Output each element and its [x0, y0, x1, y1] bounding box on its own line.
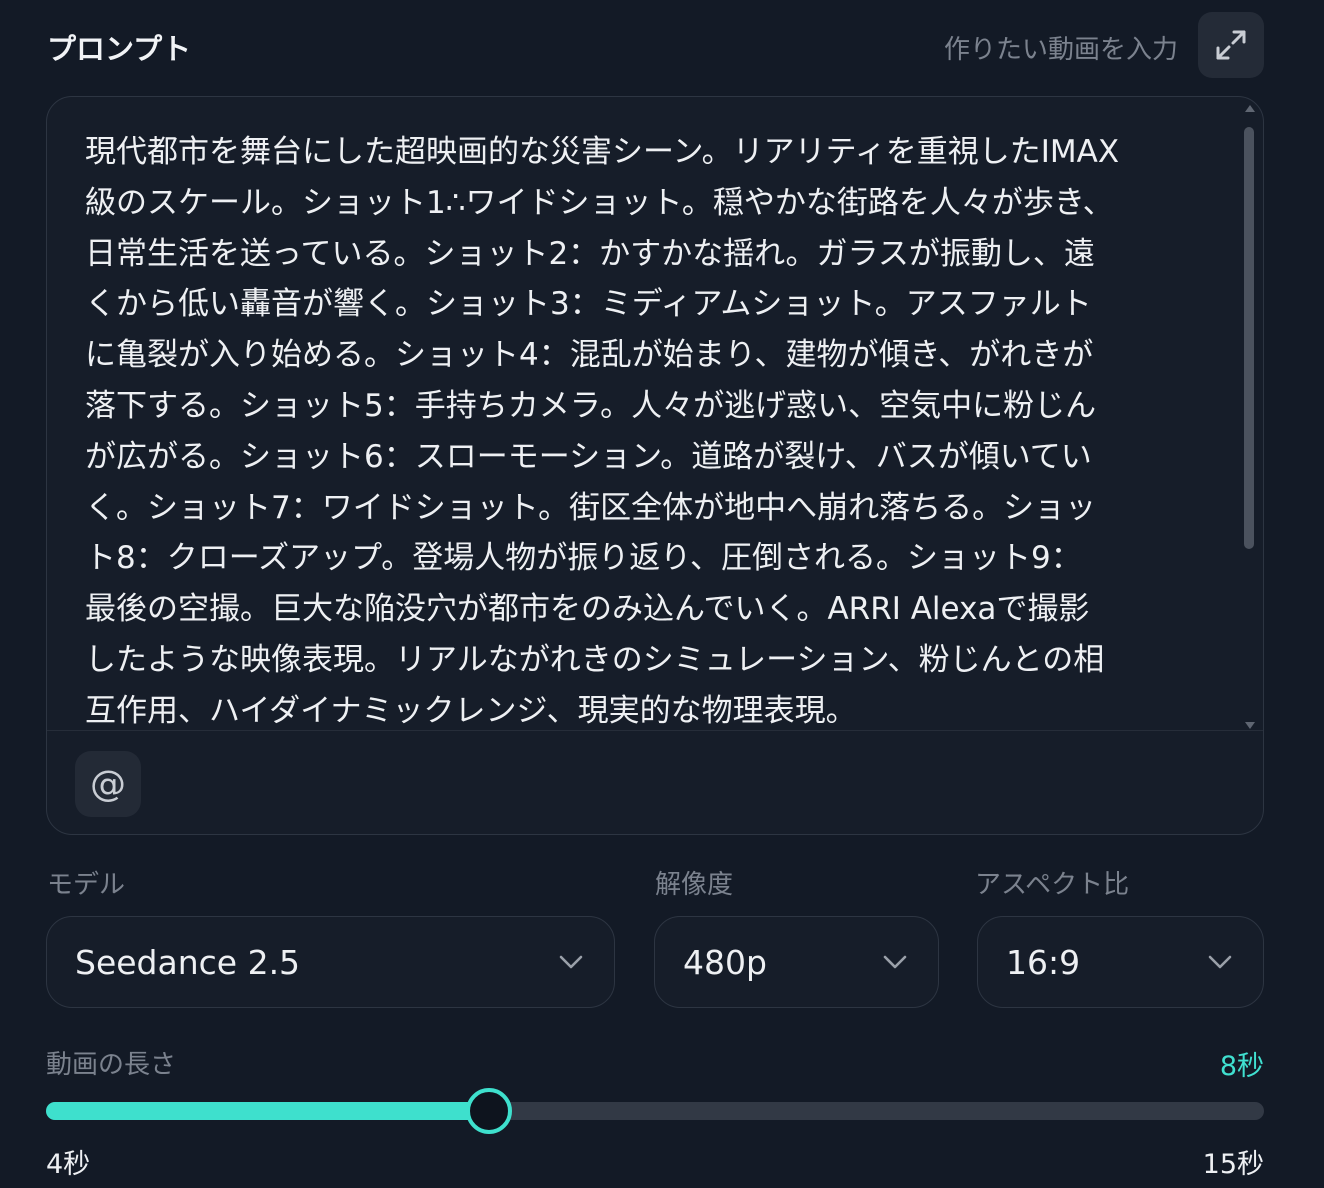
prompt-line: くから低い轟音が響く。ショット3：ミディアムショット。アスファルト — [85, 286, 1092, 323]
prompt-line: に亀裂が入り始める。ショット4：混乱が始まり、建物が傾き、がれきが — [85, 337, 1094, 374]
chevron-down-icon — [1208, 955, 1232, 969]
expand-icon — [1216, 30, 1246, 60]
duration-slider-thumb[interactable] — [466, 1088, 512, 1134]
aspect-ratio-select-value: 16:9 — [1006, 942, 1081, 982]
duration-label: 動画の長さ — [46, 1050, 177, 1080]
prompt-line: 日常生活を送っている。ショット2：かすかな揺れ。ガラスが振動し、遠 — [85, 235, 1095, 272]
chevron-down-icon — [883, 955, 907, 969]
duration-slider[interactable] — [46, 1088, 1264, 1134]
duration-min-label: 4秒 — [46, 1149, 91, 1180]
model-label: モデル — [47, 870, 126, 900]
model-select[interactable]: Seedance 2.5 — [46, 916, 615, 1008]
prompt-line: 互作用、ハイダイナミックレンジ、現実的な物理表現。 — [85, 692, 857, 727]
scroll-down-arrow-icon[interactable] — [1245, 722, 1255, 729]
resolution-select[interactable]: 480p — [654, 916, 939, 1008]
duration-slider-fill — [46, 1102, 489, 1120]
resolution-label: 解像度 — [655, 870, 734, 900]
prompt-line: したような映像表現。リアルながれきのシミュレーション、粉じんとの相 — [85, 641, 1105, 678]
prompt-line: 最後の空撮。巨大な陥没穴が都市をのみ込んでいく。ARRI Alexaで撮影 — [85, 591, 1090, 628]
mention-button[interactable]: @ — [75, 751, 141, 817]
prompt-divider — [47, 730, 1263, 731]
scroll-up-arrow-icon[interactable] — [1245, 105, 1255, 112]
chevron-down-icon — [559, 955, 583, 969]
prompt-textarea[interactable]: 現代都市を舞台にした超映画的な災害シーン。リアリティを重視したIMAX 級のスケ… — [85, 127, 1197, 727]
prompt-box: 現代都市を舞台にした超映画的な災害シーン。リアリティを重視したIMAX 級のスケ… — [46, 96, 1264, 835]
expand-button[interactable] — [1198, 12, 1264, 78]
aspect-ratio-label: アスペクト比 — [975, 870, 1130, 900]
video-settings-panel: プロンプト 作りたい動画を入力 現代都市を舞台にした超映画的な災害シーン。リアリ… — [0, 0, 1324, 1188]
prompt-line: く。ショット7：ワイドショット。街区全体が地中へ崩れ落ちる。ショッ — [85, 489, 1097, 526]
duration-max-label: 15秒 — [1202, 1149, 1264, 1180]
prompt-line: 現代都市を舞台にした超映画的な災害シーン。リアリティを重視したIMAX — [85, 134, 1120, 170]
prompt-title: プロンプト — [47, 32, 192, 66]
prompt-scrollbar[interactable] — [1243, 105, 1257, 729]
duration-value: 8秒 — [1219, 1051, 1264, 1082]
prompt-line: が広がる。ショット6：スローモーション。道路が裂け、バスが傾いてい — [85, 438, 1092, 475]
at-icon: @ — [90, 763, 126, 805]
aspect-ratio-select[interactable]: 16:9 — [977, 916, 1264, 1008]
prompt-hint: 作りたい動画を入力 — [943, 35, 1178, 65]
prompt-line: ト8：クローズアップ。登場人物が振り返り、圧倒される。ショット9： — [85, 540, 1082, 577]
resolution-select-value: 480p — [683, 942, 767, 982]
prompt-line: 落下する。ショット5：手持ちカメラ。人々が逃げ惑い、空気中に粉じん — [85, 387, 1097, 424]
prompt-line: 級のスケール。ショット1∴ワイドショット。穏やかな街路を人々が歩き、 — [85, 184, 1114, 221]
model-select-value: Seedance 2.5 — [75, 942, 301, 982]
scrollbar-thumb[interactable] — [1244, 127, 1254, 549]
